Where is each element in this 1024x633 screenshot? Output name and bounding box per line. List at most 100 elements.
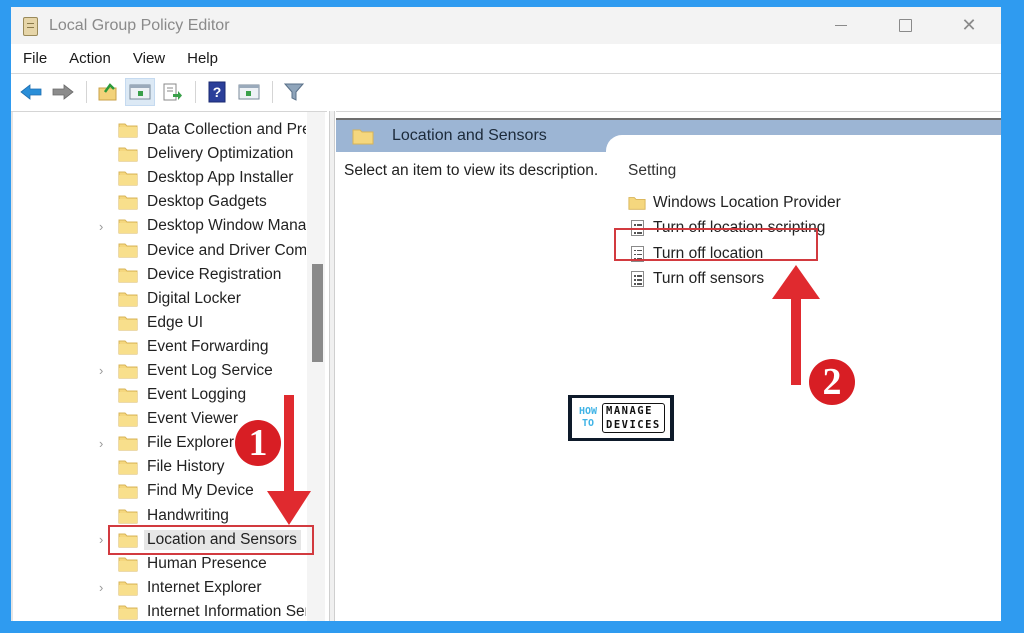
- svg-text:?: ?: [213, 84, 222, 100]
- logo-devices-text: DEVICES: [606, 419, 661, 431]
- close-button[interactable]: ✕: [937, 7, 1001, 44]
- tree-item-label: File History: [147, 458, 225, 476]
- tree-item-label: Event Forwarding: [147, 337, 269, 355]
- pane-splitter[interactable]: [329, 111, 335, 621]
- toolbar-separator: [272, 80, 273, 103]
- menu-view[interactable]: View: [121, 50, 175, 67]
- folder-icon: [118, 122, 138, 143]
- details-pane: Location and Sensors Select an item to v…: [336, 111, 1001, 621]
- menu-action[interactable]: Action: [57, 50, 121, 67]
- tree-item[interactable]: Digital Locker: [11, 287, 306, 311]
- maximize-icon: [898, 19, 912, 32]
- setting-folder-item[interactable]: Windows Location Provider: [628, 190, 841, 216]
- tree-item[interactable]: Human Presence: [11, 552, 306, 576]
- gpedit-window: Local Group Policy Editor ✕ File Action …: [11, 7, 1001, 621]
- folder-icon: [118, 315, 138, 336]
- folder-icon: [118, 604, 138, 621]
- folder-icon: [118, 580, 138, 601]
- tree-item[interactable]: Event Forwarding: [11, 335, 306, 359]
- tree-item-label: Internet Explorer: [147, 578, 262, 596]
- tree-item-label: Handwriting: [147, 506, 229, 524]
- folder-icon: [118, 194, 138, 215]
- logo-manage-text: MANAGE: [606, 405, 653, 417]
- tree-item-label: Desktop App Installer: [147, 169, 294, 187]
- minimize-icon: [835, 25, 847, 26]
- folder-icon: [118, 291, 138, 312]
- up-one-level-button[interactable]: [93, 78, 123, 106]
- tree-item[interactable]: Desktop App Installer: [11, 166, 306, 190]
- tree-item-label: Event Viewer: [147, 410, 239, 428]
- maximize-button[interactable]: [873, 7, 937, 44]
- folder-icon: [118, 556, 138, 577]
- tree-item[interactable]: Edge UI: [11, 311, 306, 335]
- tree-item-label: Device and Driver Compatibility: [147, 241, 306, 259]
- menu-help[interactable]: Help: [175, 50, 228, 67]
- folder-icon: [118, 146, 138, 167]
- expand-chevron-icon[interactable]: ›: [99, 532, 103, 547]
- tree-item[interactable]: › Event Log Service: [11, 359, 306, 383]
- forward-arrow-icon: [52, 83, 74, 100]
- tree-item-label: Internet Information Services: [147, 602, 306, 620]
- folder-icon: [118, 339, 138, 360]
- tree-scrollbar-thumb[interactable]: [312, 264, 323, 362]
- step-2-badge: 2: [809, 359, 855, 405]
- expand-chevron-icon[interactable]: ›: [99, 436, 103, 451]
- folder-icon: [118, 363, 138, 384]
- menu-bar: File Action View Help: [11, 44, 1001, 74]
- column-header-setting[interactable]: Setting: [628, 162, 841, 190]
- show-hide-console-tree-button[interactable]: [125, 77, 155, 106]
- back-button[interactable]: [16, 78, 46, 106]
- tree-item[interactable]: › Desktop Window Manager: [11, 214, 306, 238]
- close-icon: ✕: [961, 15, 977, 35]
- minimize-button[interactable]: [809, 7, 873, 44]
- folder-icon: [118, 242, 138, 263]
- logo-how-text: HOW: [578, 406, 598, 417]
- menu-file[interactable]: File: [11, 50, 57, 67]
- title-bar: Local Group Policy Editor ✕: [11, 7, 1001, 44]
- tree-item[interactable]: Device Registration: [11, 263, 306, 287]
- standard-tab-area: [606, 135, 1001, 155]
- export-list-button[interactable]: [157, 78, 187, 106]
- console-tree-icon: [129, 84, 151, 99]
- howtomanagedevices-logo: HOW TO MANAGE DEVICES: [568, 395, 674, 441]
- policy-setting-icon: [628, 270, 646, 288]
- help-icon: ?: [208, 81, 226, 102]
- folder-icon: [118, 435, 138, 456]
- tree-item[interactable]: Internet Information Services: [11, 600, 306, 621]
- folder-icon: [118, 267, 138, 288]
- details-header-title: Location and Sensors: [392, 127, 547, 144]
- filter-button[interactable]: [279, 78, 309, 106]
- help-button[interactable]: ?: [202, 78, 232, 106]
- window-title: Local Group Policy Editor: [49, 16, 230, 34]
- setting-label: Windows Location Provider: [653, 193, 841, 211]
- expand-chevron-icon[interactable]: ›: [99, 363, 103, 378]
- folder-icon: [118, 411, 138, 432]
- tree-item-label: Human Presence: [147, 554, 267, 572]
- tree-item-label: Data Collection and Preview Builds: [147, 121, 306, 139]
- expand-chevron-icon[interactable]: ›: [99, 219, 103, 234]
- tree-item-label: Delivery Optimization: [147, 145, 294, 163]
- step-1-badge: 1: [235, 420, 281, 466]
- folder-icon: [118, 459, 138, 480]
- export-list-icon: [163, 83, 182, 100]
- toolbar: ?: [11, 74, 1001, 109]
- filter-icon: [283, 83, 305, 101]
- window-controls: ✕: [809, 7, 1001, 44]
- show-hide-action-pane-button[interactable]: [234, 78, 264, 106]
- tree-item[interactable]: Data Collection and Preview Builds: [11, 118, 306, 142]
- tree-item-label: Edge UI: [147, 313, 204, 331]
- tree-item-label: Find My Device: [147, 482, 254, 500]
- tree-item[interactable]: Device and Driver Compatibility: [11, 238, 306, 262]
- tree-item-label: Digital Locker: [147, 289, 241, 307]
- tree-item[interactable]: Desktop Gadgets: [11, 190, 306, 214]
- highlight-turn-off-location: [614, 228, 818, 261]
- description-text: Select an item to view its description.: [344, 162, 599, 179]
- expand-chevron-icon[interactable]: ›: [99, 580, 103, 595]
- tree-item[interactable]: Delivery Optimization: [11, 142, 306, 166]
- folder-icon: [352, 129, 374, 145]
- forward-button[interactable]: [48, 78, 78, 106]
- folder-up-icon: [98, 82, 117, 100]
- tree-item[interactable]: › Internet Explorer: [11, 576, 306, 600]
- tree-item-label: Event Log Service: [147, 361, 273, 379]
- tree-item-label: Desktop Window Manager: [147, 217, 306, 235]
